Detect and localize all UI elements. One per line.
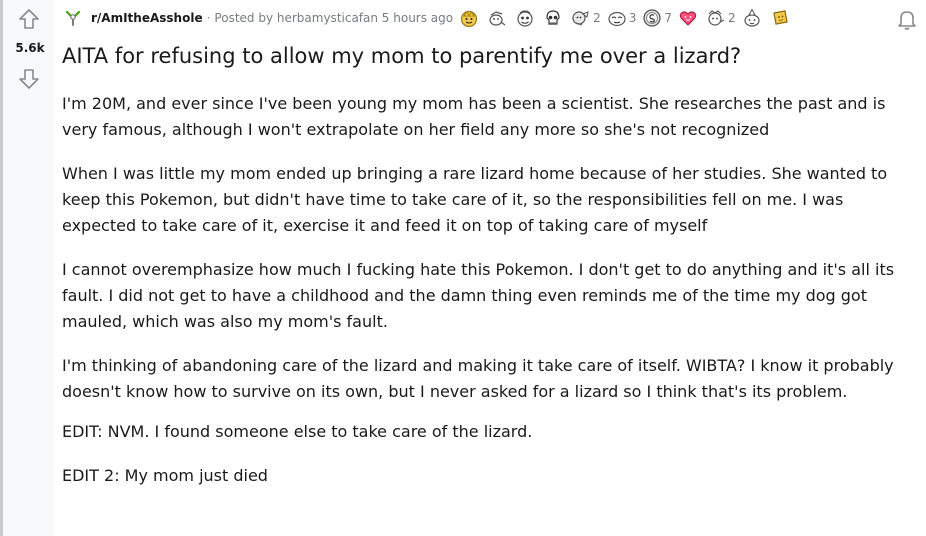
helpful-award-icon [517, 10, 533, 27]
gold-award-icon [461, 10, 478, 28]
skull-award-icon [546, 10, 560, 25]
award-ticket[interactable] [770, 8, 792, 28]
upvote-button[interactable] [16, 6, 42, 32]
downvote-arrow-icon [19, 69, 39, 89]
silver-award-icon [643, 9, 662, 27]
post-edit-2: EDIT 2: My mom just died [62, 466, 268, 485]
award-wholesome[interactable] [487, 8, 509, 28]
party-award-icon [744, 8, 760, 27]
award-gold[interactable] [459, 8, 481, 28]
subreddit-icon[interactable] [63, 8, 83, 28]
award-party[interactable] [742, 8, 764, 28]
upvote-arrow-icon [19, 9, 39, 29]
post-title: AITA for refusing to allow my mom to par… [62, 44, 742, 68]
hugz-award-icon [572, 11, 589, 26]
award-hugz[interactable]: 2 [571, 8, 601, 28]
awards-list: 2 3 7 2 [459, 8, 798, 28]
post-meta-row: r/AmItheAsshole · Posted by herbamystica… [63, 7, 798, 29]
post-paragraph: I cannot overemphasize how much I fuckin… [62, 260, 895, 331]
bell-icon [898, 11, 916, 30]
vote-score: 5.6k [15, 41, 45, 55]
post-edit-1: EDIT: NVM. I found someone else to take … [62, 422, 533, 441]
post-paragraph: I'm thinking of abandoning care of the l… [62, 356, 894, 401]
subreddit-link[interactable]: r/AmItheAsshole [91, 11, 203, 25]
wholesome-award-icon [489, 11, 506, 26]
posted-by[interactable]: Posted by herbamysticafan 5 hours ago [214, 11, 453, 25]
award-face[interactable]: 3 [607, 8, 636, 28]
downvote-button[interactable] [16, 66, 42, 92]
face-award-icon [608, 11, 626, 27]
award-skull[interactable] [543, 8, 565, 28]
vote-rail: 5.6k [0, 0, 54, 536]
award-silver[interactable]: 7 [642, 8, 672, 28]
ticket-award-icon [772, 10, 788, 25]
post-body: I'm 20M, and ever since I've been young … [62, 91, 907, 507]
follow-post-button[interactable] [893, 5, 921, 33]
subreddit-gavel-icon [65, 10, 81, 26]
post-paragraph: When I was little my mom ended up bringi… [62, 164, 888, 235]
hands-award-icon [708, 10, 725, 26]
meta-separator: · [206, 11, 211, 25]
award-helpful[interactable] [515, 8, 537, 28]
heart-award-icon [679, 11, 697, 26]
award-hands[interactable]: 2 [706, 8, 736, 28]
award-heart[interactable] [678, 8, 700, 28]
post-paragraph: I'm 20M, and ever since I've been young … [62, 94, 886, 139]
